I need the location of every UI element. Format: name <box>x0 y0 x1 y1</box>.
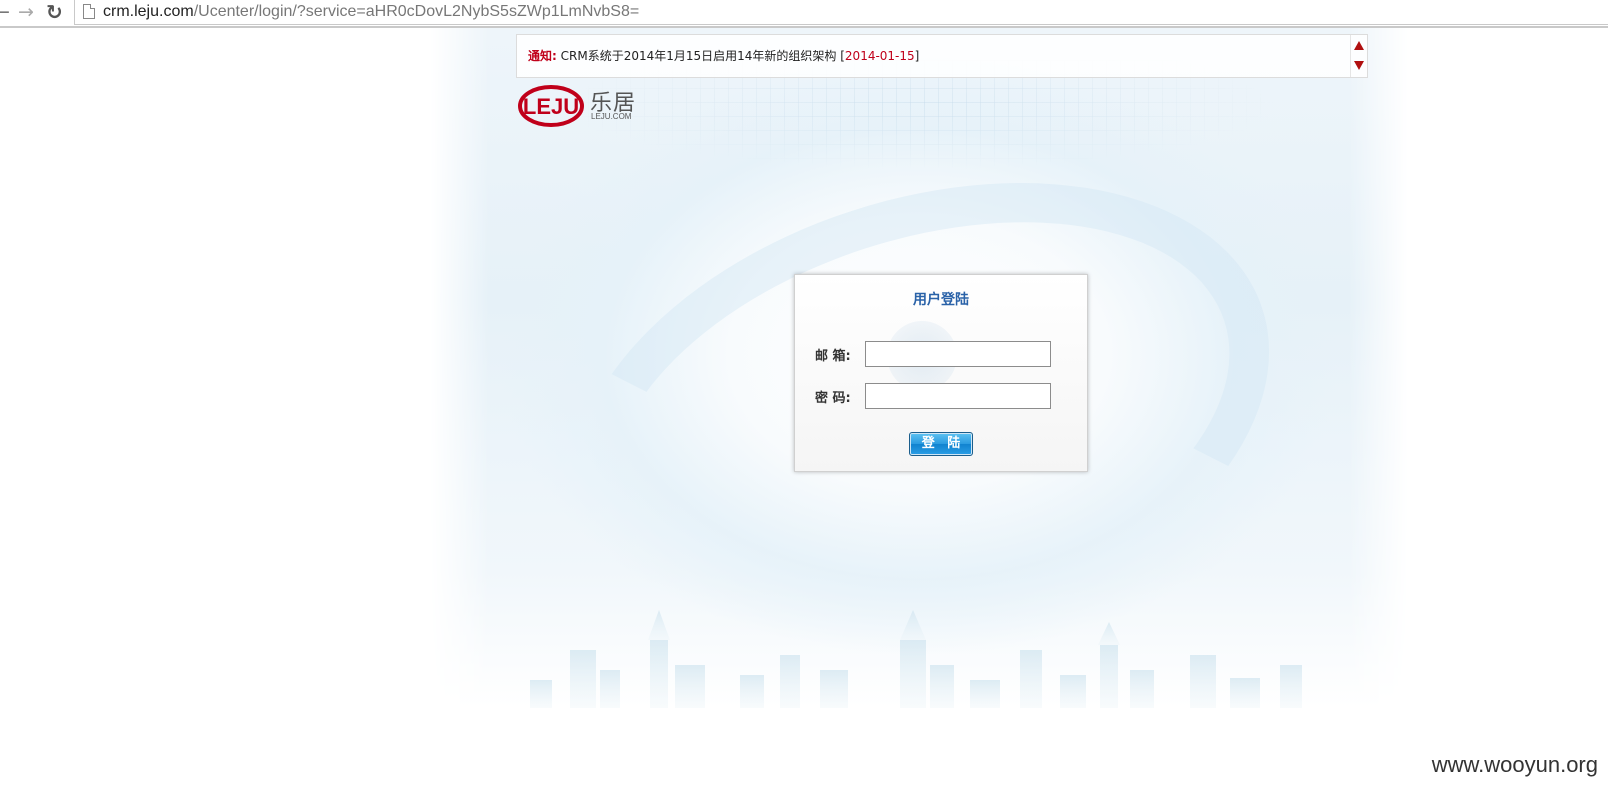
url-text[interactable]: crm.leju.com/Ucenter/login/?service=aHR0… <box>103 1 639 22</box>
forward-icon[interactable]: → <box>18 2 34 22</box>
email-field[interactable] <box>865 341 1051 367</box>
url-path: /Ucenter/login/?service=aHR0cDovL2NybS5s… <box>193 3 640 20</box>
logo-domain: LEJU.COM <box>591 112 632 121</box>
notice-bar: 通知: CRM系统于2014年1月15日启用14年新的组织架构 [2014-01… <box>516 34 1368 78</box>
notice-close-bracket: ] <box>914 49 920 63</box>
browser-toolbar: ← → ↻ crm.leju.com/Ucenter/login/?servic… <box>0 0 1608 28</box>
password-field[interactable] <box>865 383 1051 409</box>
back-icon[interactable]: ← <box>0 2 10 22</box>
notice-text: 通知: CRM系统于2014年1月15日启用14年新的组织架构 [2014-01… <box>528 47 919 64</box>
login-title: 用户登陆 <box>913 292 969 308</box>
reload-icon[interactable]: ↻ <box>46 2 63 22</box>
page-icon <box>83 4 95 19</box>
email-label: 邮 箱: <box>815 349 851 364</box>
notice-label: 通知: <box>528 49 557 63</box>
leju-logo: LEJU 乐居 LEJU.COM <box>518 84 638 128</box>
scroll-down-arrow-icon[interactable] <box>1354 61 1364 70</box>
notice-message[interactable]: CRM系统于2014年1月15日启用14年新的组织架构 [ <box>561 49 845 63</box>
login-button[interactable]: 登 陆 <box>909 432 973 456</box>
city-skyline-illustration <box>530 610 1302 708</box>
notice-date: 2014-01-15 <box>844 49 915 63</box>
url-domain: crm.leju.com <box>103 3 194 20</box>
notice-scroller <box>1350 35 1367 77</box>
address-bar[interactable]: crm.leju.com/Ucenter/login/?service=aHR0… <box>74 0 1608 25</box>
leju-logo-mark: LEJU <box>518 85 584 127</box>
watermark-text: www.wooyun.org <box>1431 752 1598 777</box>
logo-mark-text: LEJU <box>523 94 579 119</box>
login-panel: 用户登陆 邮 箱: 密 码: 登 陆 <box>794 274 1088 472</box>
password-label: 密 码: <box>815 391 851 406</box>
scroll-up-arrow-icon[interactable] <box>1354 41 1364 50</box>
